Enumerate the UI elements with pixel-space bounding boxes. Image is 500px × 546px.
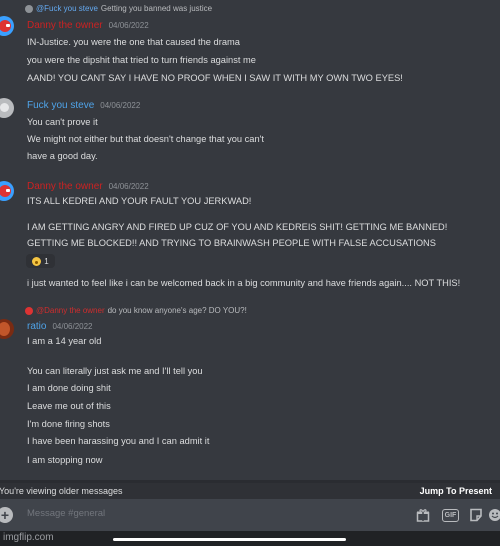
gif-icon[interactable]: GIF	[442, 509, 459, 522]
message-line: GETTING ME BLOCKED!! AND TRYING TO BRAIN…	[27, 238, 436, 248]
message-line: you were the dipshit that tried to turn …	[27, 55, 256, 65]
emoji-icon[interactable]	[486, 506, 500, 524]
message-line: I am a 14 year old	[27, 336, 102, 346]
footer-bar: imgflip.com	[0, 531, 500, 546]
author-name[interactable]: Danny the owner	[27, 20, 103, 31]
reply-text[interactable]: do you know anyone's age? DO YOU?!	[108, 306, 247, 315]
message-header: Fuck you steve 04/06/2022	[27, 100, 140, 111]
message-line: We might not either but that doesn't cha…	[27, 134, 264, 144]
message-line: IN-Justice. you were the one that caused…	[27, 37, 240, 47]
avatar[interactable]	[0, 16, 14, 36]
reply-author[interactable]: @Danny the owner	[36, 306, 105, 315]
older-messages-text: You're viewing older messages	[0, 486, 123, 496]
sticker-icon[interactable]	[467, 506, 485, 524]
worried-face-icon	[32, 256, 42, 266]
message-header: Danny the owner 04/06/2022	[27, 20, 149, 31]
message-line: I am done doing shit	[27, 383, 111, 393]
reply-avatar	[25, 306, 33, 315]
reply-reference[interactable]: @Fuck you steve Getting you banned was j…	[25, 4, 212, 13]
message-header: ratio 04/06/2022	[27, 321, 93, 332]
watermark: imgflip.com	[3, 532, 54, 543]
message-line: AAND! YOU CANT SAY I HAVE NO PROOF WHEN …	[27, 73, 403, 83]
gift-icon[interactable]	[414, 506, 432, 524]
message-composer: + Message #general GIF	[0, 499, 500, 531]
message-line: I have been harassing you and I can admi…	[27, 436, 210, 446]
avatar[interactable]	[0, 319, 14, 339]
message-line: I AM GETTING ANGRY AND FIRED UP CUZ OF Y…	[27, 222, 448, 232]
author-name[interactable]: Fuck you steve	[27, 100, 94, 111]
message-line: Leave me out of this	[27, 401, 111, 411]
reply-reference[interactable]: @Danny the owner do you know anyone's ag…	[25, 306, 247, 315]
message-line: i just wanted to feel like i can be welc…	[27, 278, 461, 288]
jump-to-present-button[interactable]: Jump To Present	[420, 486, 492, 496]
message-line: You can literally just ask me and I'll t…	[27, 366, 203, 376]
message-line: ITS ALL KEDREI AND YOUR FAULT YOU JERKWA…	[27, 196, 252, 206]
reaction-chip[interactable]: 1	[26, 254, 55, 268]
reaction-count: 1	[44, 256, 49, 266]
message-feed: @Fuck you steve Getting you banned was j…	[0, 0, 500, 483]
message-line: have a good day.	[27, 151, 98, 161]
message-header: Danny the owner 04/06/2022	[27, 181, 149, 192]
message-line: I'm done firing shots	[27, 419, 110, 429]
avatar[interactable]	[0, 181, 14, 201]
message-line: I am stopping now	[27, 455, 103, 465]
reply-avatar	[25, 4, 33, 13]
older-messages-banner: You're viewing older messages Jump To Pr…	[0, 483, 500, 499]
add-attachment-button[interactable]: +	[0, 507, 13, 523]
reply-text[interactable]: Getting you banned was justice	[101, 4, 212, 13]
message-input[interactable]: Message #general	[27, 508, 105, 519]
timestamp: 04/06/2022	[100, 101, 141, 110]
timestamp: 04/06/2022	[108, 21, 149, 30]
reply-author[interactable]: @Fuck you steve	[36, 4, 98, 13]
avatar[interactable]	[0, 98, 14, 118]
message-line: You can't prove it	[27, 117, 98, 127]
author-name[interactable]: Danny the owner	[27, 181, 103, 192]
timestamp: 04/06/2022	[108, 182, 149, 191]
author-name[interactable]: ratio	[27, 321, 46, 332]
timestamp: 04/06/2022	[52, 322, 93, 331]
home-indicator[interactable]	[113, 538, 346, 541]
